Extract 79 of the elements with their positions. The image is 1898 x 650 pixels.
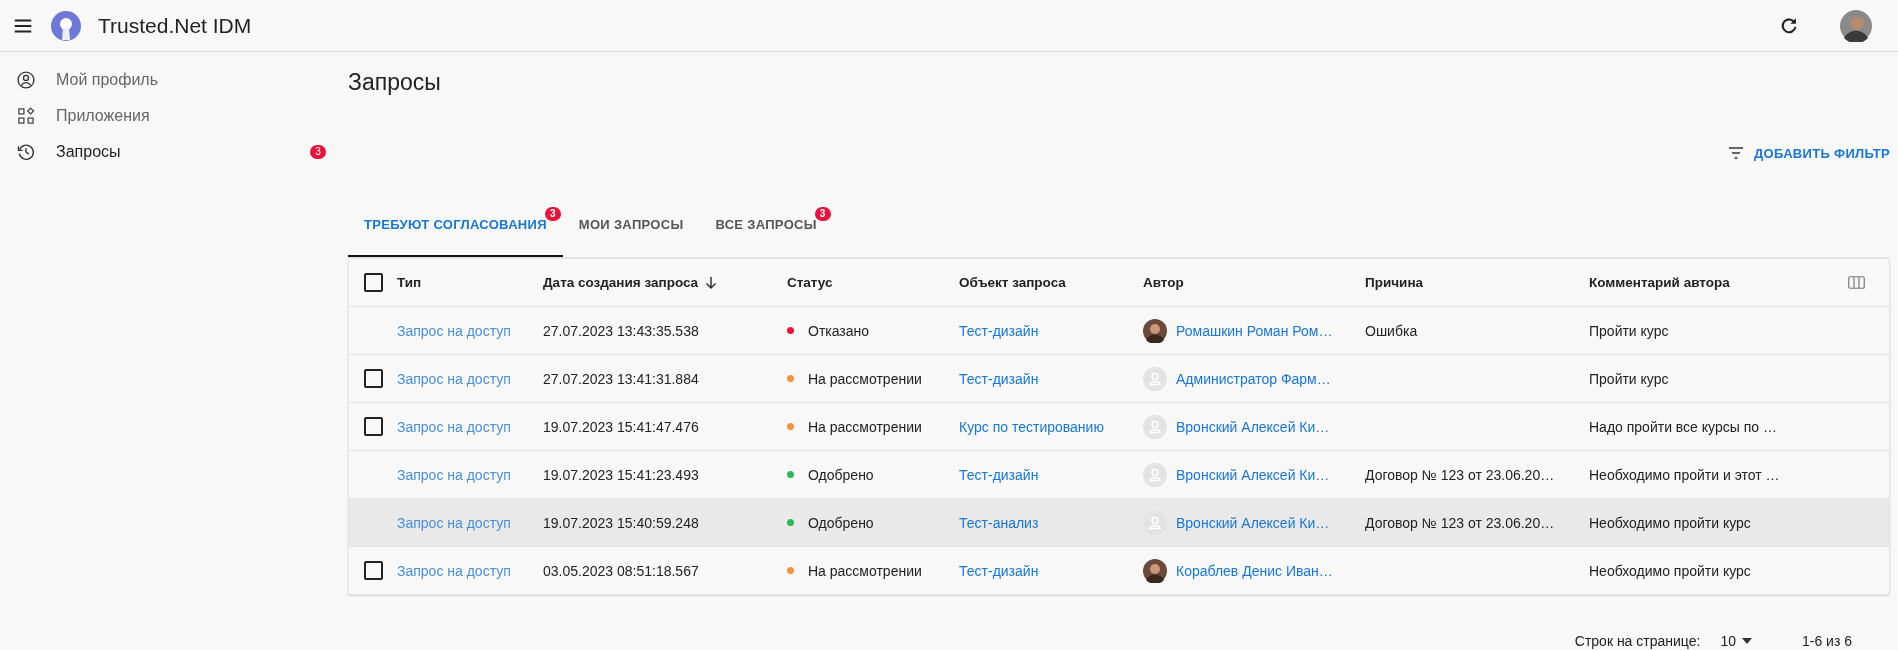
rows-per-page-label: Строк на странице:	[1574, 633, 1701, 649]
checkbox[interactable]	[363, 561, 383, 580]
avatar-icon	[1143, 462, 1167, 487]
type-link[interactable]: Запрос на доступ	[397, 418, 543, 435]
table-cell-text: Надо пройти все курсы по …	[1589, 418, 1778, 435]
sort-arrow-icon[interactable]	[704, 275, 719, 290]
column-header[interactable]: Статус	[787, 275, 959, 290]
avatar-icon	[1143, 558, 1167, 583]
sidebar-item[interactable]: Приложения	[56, 107, 326, 125]
author-link[interactable]: Вронский Алексей Ки…	[1176, 466, 1330, 483]
count-badge: 3	[310, 145, 326, 159]
object-link[interactable]: Тест-дизайн	[959, 562, 1143, 579]
table-cell-text: 27.07.2023 13:41:31.884	[543, 370, 700, 387]
status-text: На рассмотрении	[808, 418, 922, 435]
table-cell-text: 19.07.2023 15:41:47.476	[543, 418, 700, 435]
object-link[interactable]: Тест-дизайн	[959, 322, 1143, 339]
status-text: На рассмотрении	[808, 562, 922, 579]
checkbox[interactable]	[363, 417, 383, 436]
filter-icon	[1728, 145, 1745, 161]
object-link[interactable]: Тест-анализ	[959, 514, 1143, 531]
column-header[interactable]: Автор	[1143, 275, 1365, 290]
app-title: Trusted.Net IDM	[98, 13, 252, 38]
table-cell-text: 27.07.2023 13:43:35.538	[543, 322, 700, 339]
caret-icon	[1741, 638, 1752, 644]
table-cell-text: 19.07.2023 15:40:59.248	[543, 514, 700, 531]
table-cell-text: Ошибка	[1365, 322, 1419, 339]
avatar-icon	[1143, 414, 1167, 439]
columns-icon[interactable]	[1848, 276, 1865, 289]
table-cell-text: 19.07.2023 15:41:23.493	[543, 466, 700, 483]
object-link[interactable]: Тест-дизайн	[959, 370, 1143, 387]
status-text: На рассмотрении	[808, 370, 922, 387]
checkbox[interactable]	[363, 369, 383, 388]
count-badge: 3	[814, 207, 831, 221]
type-link[interactable]: Запрос на доступ	[397, 562, 543, 579]
status-text: Одобрено	[808, 514, 874, 531]
table-cell-text: Договор № 123 от 23.06.20…	[1365, 514, 1556, 531]
column-header[interactable]: Дата создания запроса	[543, 275, 699, 290]
checkbox[interactable]	[363, 273, 383, 292]
table-cell-text: Пройти курс	[1589, 322, 1670, 339]
type-link[interactable]: Запрос на доступ	[397, 514, 543, 531]
page-title: Запросы	[348, 69, 442, 97]
author-link[interactable]: Вронский Алексей Ки…	[1176, 418, 1330, 435]
avatar-icon	[1143, 510, 1167, 535]
avatar-icon	[1143, 318, 1167, 343]
status-text: Отказано	[808, 322, 870, 339]
object-link[interactable]: Курс по тестированию	[959, 418, 1143, 435]
tab[interactable]: ВСЕ ЗАПРОСЫ 3	[699, 193, 833, 257]
column-header[interactable]: Тип	[397, 275, 543, 290]
column-header[interactable]: Комментарий автора	[1589, 275, 1811, 290]
add-filter-button[interactable]: ДОБАВИТЬ ФИЛЬТР	[1728, 141, 1890, 165]
column-header[interactable]: Объект запроса	[959, 275, 1143, 290]
table-cell-text: Необходимо пройти курс	[1589, 562, 1752, 579]
table-cell-text: Договор № 123 от 23.06.20…	[1365, 466, 1556, 483]
table-cell-text: Пройти курс	[1589, 370, 1670, 387]
author-link[interactable]: Вронский Алексей Ки…	[1176, 514, 1330, 531]
apps-icon	[16, 106, 36, 126]
sidebar-item[interactable]: Мой профиль	[56, 71, 326, 89]
profile-icon	[16, 70, 36, 90]
type-link[interactable]: Запрос на доступ	[397, 322, 543, 339]
author-link[interactable]: Ромашкин Роман Ром…	[1176, 322, 1333, 339]
avatar-icon	[1143, 366, 1167, 391]
avatar-icon[interactable]	[1840, 9, 1872, 42]
history-icon	[16, 142, 36, 162]
object-link[interactable]: Тест-дизайн	[959, 466, 1143, 483]
page-range: 1-6 из 6	[1801, 633, 1852, 649]
column-header[interactable]: Причина	[1365, 275, 1589, 290]
type-link[interactable]: Запрос на доступ	[397, 466, 543, 483]
rows-per-page-select[interactable]: 10	[1720, 633, 1752, 649]
type-link[interactable]: Запрос на доступ	[397, 370, 543, 387]
tab[interactable]: МОИ ЗАПРОСЫ	[562, 193, 700, 257]
count-badge: 3	[544, 207, 561, 221]
author-link[interactable]: Кораблев Денис Иван…	[1176, 562, 1333, 579]
sidebar-item[interactable]: Запросы	[56, 143, 290, 161]
table-cell-text: Необходимо пройти и этот …	[1589, 466, 1781, 483]
table-cell-text: Необходимо пройти курс	[1589, 514, 1752, 531]
table-cell-text: 03.05.2023 08:51:18.567	[543, 562, 700, 579]
status-text: Одобрено	[808, 466, 874, 483]
logo-icon	[50, 9, 82, 42]
author-link[interactable]: Администратор Фарм…	[1176, 370, 1331, 387]
